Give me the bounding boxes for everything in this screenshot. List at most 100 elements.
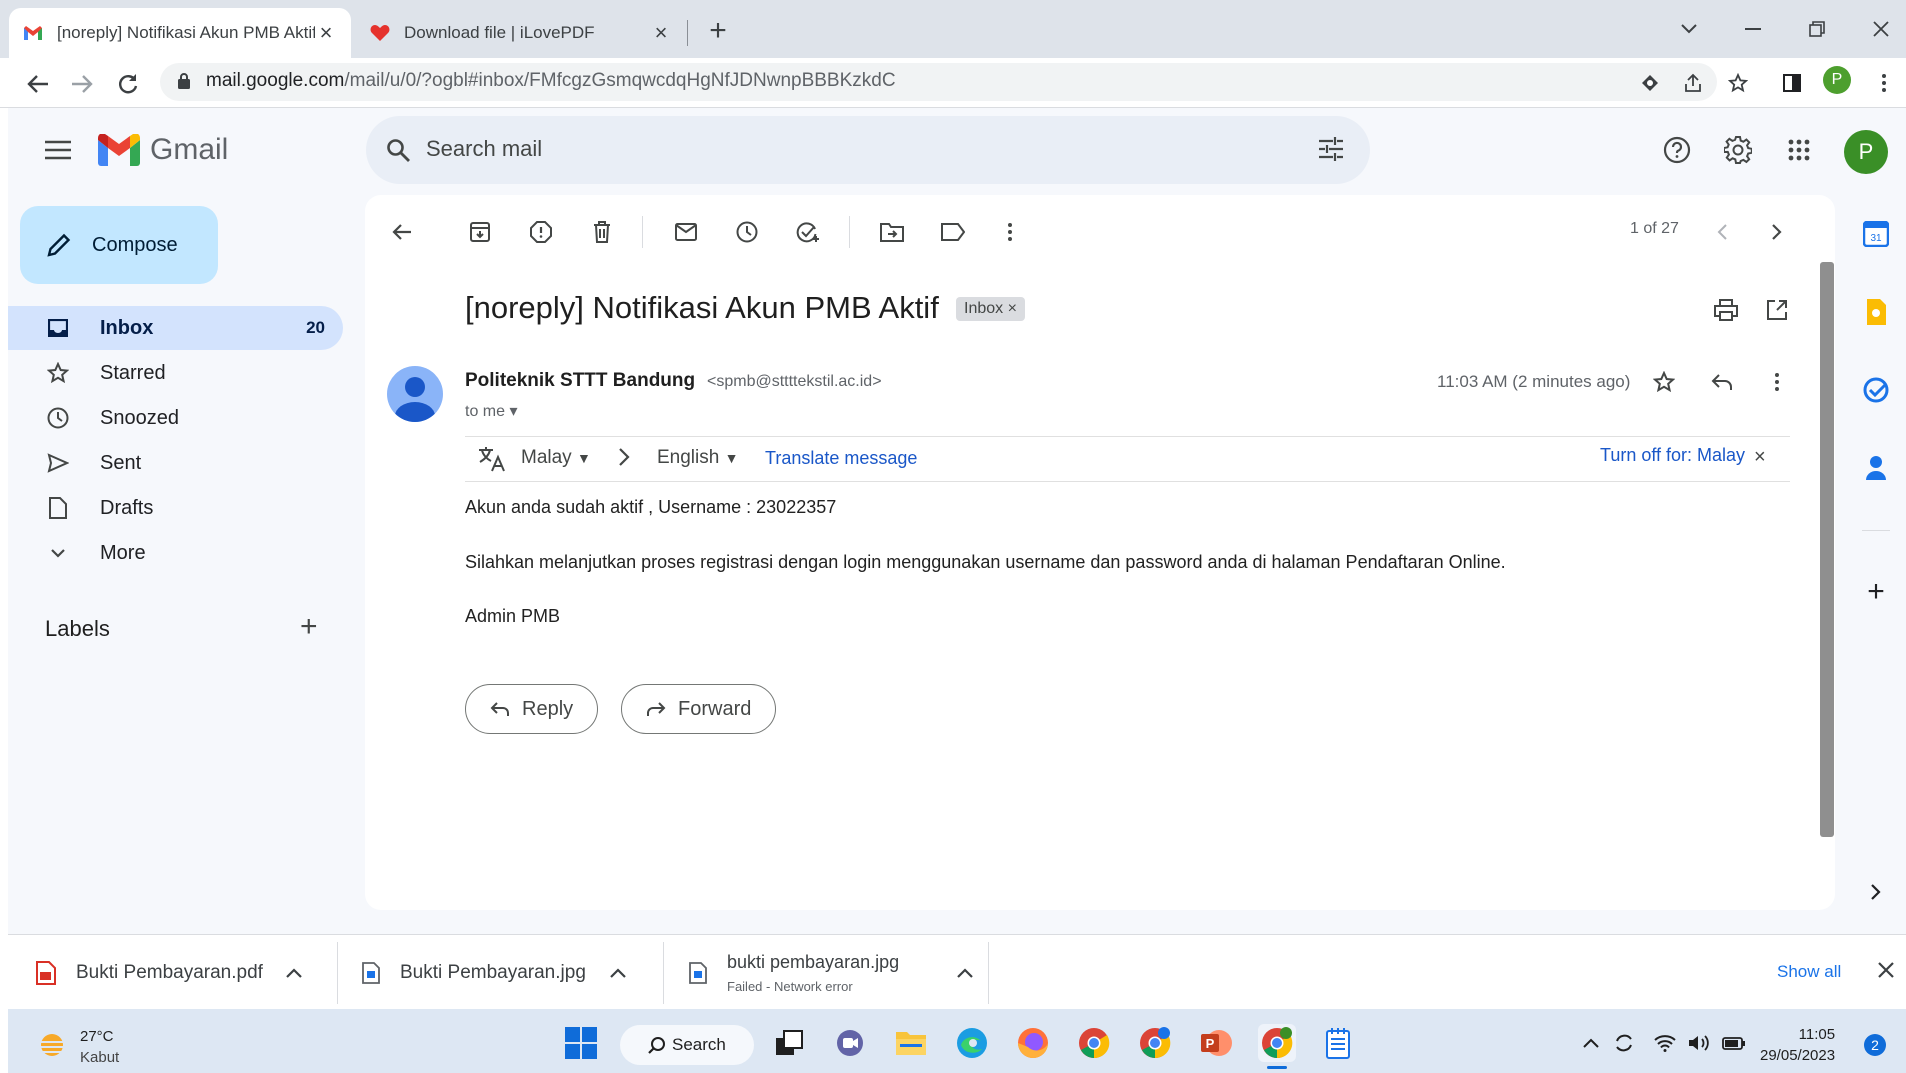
bookmark-star-icon[interactable] [1721, 66, 1755, 100]
chevron-up-icon[interactable] [286, 968, 302, 978]
compose-button[interactable]: Compose [20, 206, 218, 284]
notepad-icon[interactable] [1319, 1024, 1357, 1062]
sidebar-item-sent[interactable]: Sent [8, 441, 343, 485]
lock-icon[interactable] [178, 73, 190, 89]
gmail-logo[interactable]: Gmail [98, 133, 228, 167]
chrome-menu-icon[interactable] [1867, 66, 1901, 100]
firefox-icon[interactable] [1014, 1024, 1052, 1062]
new-tab-button[interactable]: + [700, 14, 736, 50]
apps-grid-icon[interactable] [1775, 126, 1823, 174]
reply-arrow-icon[interactable] [1702, 362, 1742, 402]
tab-gmail[interactable]: [noreply] Notifikasi Akun PMB Aktif × [9, 8, 351, 58]
sender-name[interactable]: Politeknik STTT Bandung [465, 370, 695, 392]
message-scrollbar[interactable] [1820, 262, 1834, 837]
chrome-active-icon[interactable] [1258, 1024, 1296, 1062]
show-all-downloads-link[interactable]: Show all [1777, 962, 1841, 982]
label-tag-icon[interactable] [933, 212, 973, 252]
close-translate-icon[interactable]: × [1754, 446, 1766, 469]
reply-button[interactable]: Reply [465, 684, 599, 734]
account-avatar[interactable]: P [1844, 130, 1888, 174]
task-view-icon[interactable] [770, 1024, 808, 1062]
archive-icon[interactable] [460, 212, 500, 252]
inbox-label-chip[interactable]: Inbox × [956, 297, 1025, 321]
back-to-inbox-icon[interactable] [382, 212, 422, 252]
sender-avatar[interactable] [387, 366, 443, 422]
chrome-profile-icon[interactable] [1136, 1024, 1174, 1062]
sidebar-item-snoozed[interactable]: Snoozed [8, 396, 343, 440]
search-options-icon[interactable] [1318, 136, 1344, 162]
back-icon[interactable] [20, 66, 56, 102]
share-icon[interactable] [1676, 66, 1710, 100]
edge-browser-icon[interactable] [953, 1024, 991, 1062]
powerpoint-icon[interactable]: P [1197, 1024, 1235, 1062]
minimize-icon[interactable] [1736, 14, 1770, 44]
keep-icon[interactable] [1860, 296, 1892, 328]
teams-chat-icon[interactable] [831, 1024, 869, 1062]
extension-icon[interactable] [1633, 66, 1667, 100]
close-downloads-icon[interactable] [1878, 962, 1894, 978]
chevron-up-icon[interactable] [957, 968, 973, 978]
add-to-tasks-icon[interactable] [788, 212, 828, 252]
profile-avatar[interactable]: P [1823, 66, 1851, 94]
weather-sun-icon[interactable] [36, 1030, 68, 1060]
remove-label-icon[interactable]: × [1008, 300, 1017, 317]
restore-icon[interactable] [1800, 14, 1834, 44]
tab-search-icon[interactable] [1672, 14, 1706, 44]
settings-gear-icon[interactable] [1714, 126, 1762, 174]
main-menu-icon[interactable] [38, 130, 78, 170]
search-input[interactable]: Search mail [426, 136, 542, 162]
weather-widget[interactable]: 27°C Kabut [80, 1026, 119, 1068]
sidebar-item-inbox[interactable]: Inbox 20 [8, 306, 343, 350]
delete-trash-icon[interactable] [582, 212, 622, 252]
taskbar-search[interactable]: Search [620, 1025, 754, 1065]
print-icon[interactable] [1706, 290, 1746, 330]
battery-icon[interactable] [1722, 1034, 1746, 1052]
report-spam-icon[interactable] [521, 212, 561, 252]
more-actions-icon[interactable] [990, 212, 1030, 252]
tasks-icon[interactable] [1860, 374, 1892, 406]
wifi-icon[interactable] [1654, 1034, 1676, 1052]
older-chevron-right-icon[interactable] [1757, 212, 1797, 252]
side-panel-icon[interactable] [1775, 66, 1809, 100]
close-window-icon[interactable] [1864, 14, 1898, 44]
windows-start-icon[interactable] [562, 1024, 600, 1062]
chevron-up-icon[interactable] [610, 968, 626, 978]
forward-icon[interactable] [64, 66, 100, 102]
open-new-window-icon[interactable] [1757, 290, 1797, 330]
download-item[interactable]: Bukti Pembayaran.jpg [362, 948, 626, 998]
sidebar-item-drafts[interactable]: Drafts [8, 486, 343, 530]
recipient-details[interactable]: to me ▾ [465, 401, 518, 421]
volume-icon[interactable] [1688, 1034, 1710, 1052]
newer-chevron-left-icon[interactable] [1702, 212, 1742, 252]
close-tab-icon[interactable]: × [650, 20, 672, 46]
search-icon[interactable] [386, 138, 410, 162]
source-language-select[interactable]: Malay ▼ [521, 447, 591, 469]
sidebar-item-more[interactable]: More [8, 531, 343, 575]
snooze-clock-icon[interactable] [727, 212, 767, 252]
show-hidden-icons-chevron-icon[interactable] [1583, 1038, 1599, 1048]
message-more-icon[interactable] [1757, 362, 1797, 402]
target-language-select[interactable]: English ▼ [657, 447, 738, 469]
forward-button[interactable]: Forward [621, 684, 777, 734]
add-label-icon[interactable]: + [300, 610, 318, 644]
file-explorer-icon[interactable] [892, 1024, 930, 1062]
download-item[interactable]: Bukti Pembayaran.pdf [36, 948, 302, 998]
url-text[interactable]: mail.google.com/mail/u/0/?ogbl#inbox/FMf… [206, 70, 896, 92]
chrome-icon[interactable] [1075, 1024, 1113, 1062]
star-message-icon[interactable] [1644, 362, 1684, 402]
reload-icon[interactable] [110, 66, 146, 102]
move-to-folder-icon[interactable] [872, 212, 912, 252]
hide-side-panel-chevron-icon[interactable] [1860, 876, 1892, 908]
translate-message-link[interactable]: Translate message [765, 448, 917, 469]
turn-off-translate-link[interactable]: Turn off for: Malay [1600, 445, 1745, 466]
notification-count-badge[interactable]: 2 [1864, 1034, 1886, 1056]
mark-unread-icon[interactable] [666, 212, 706, 252]
sync-icon[interactable] [1613, 1032, 1635, 1054]
contacts-icon[interactable] [1860, 452, 1892, 484]
system-clock[interactable]: 11:05 29/05/2023 [1760, 1024, 1835, 1066]
sidebar-item-starred[interactable]: Starred [8, 351, 343, 395]
get-addons-plus-icon[interactable]: + [1860, 575, 1892, 608]
download-item-failed[interactable]: bukti pembayaran.jpg Failed - Network er… [689, 948, 973, 998]
tab-ilovepdf[interactable]: Download file | iLovePDF × [356, 8, 686, 58]
close-tab-icon[interactable]: × [315, 20, 337, 46]
